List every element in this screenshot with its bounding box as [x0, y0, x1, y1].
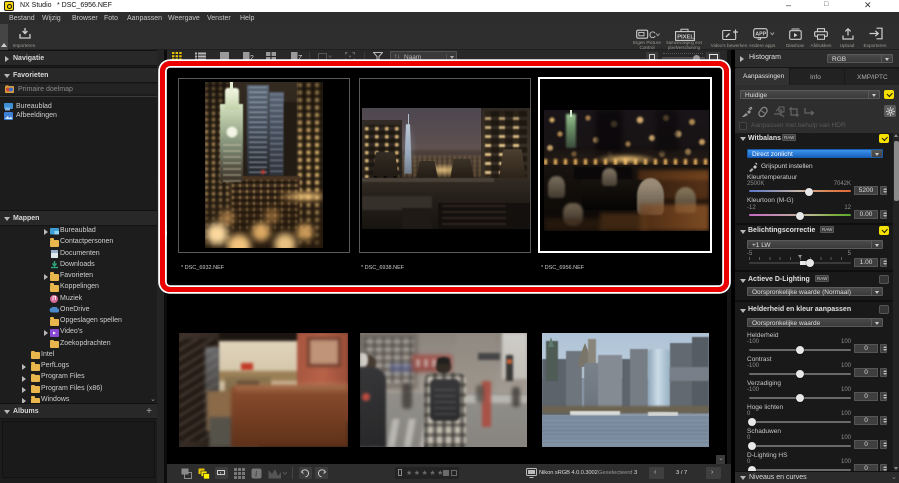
svg-text:APP: APP: [755, 32, 766, 38]
svg-text:i: i: [255, 470, 257, 479]
svg-text:C: C: [649, 30, 656, 40]
